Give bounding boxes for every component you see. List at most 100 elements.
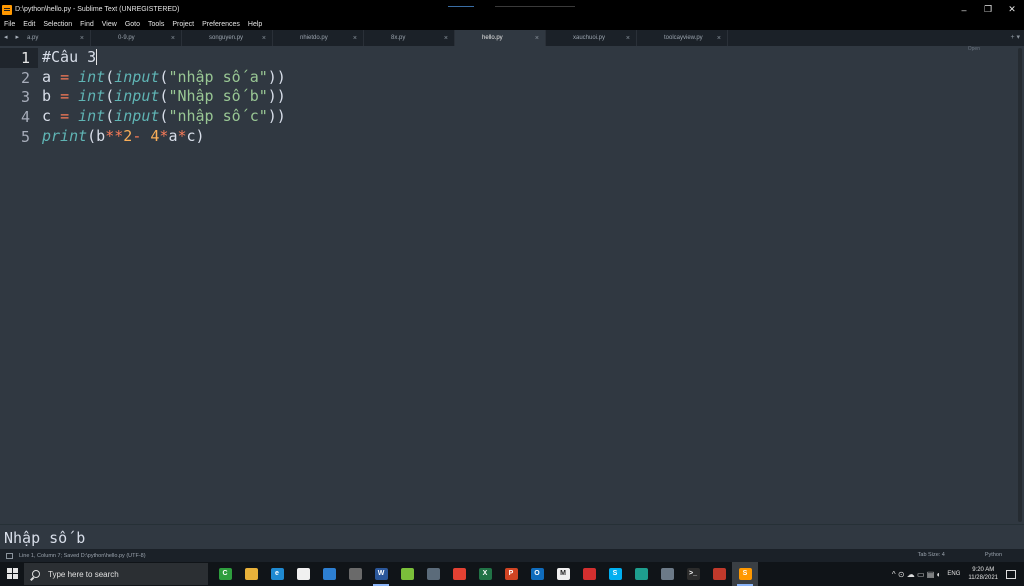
- tab-label: xauchuoi.py: [573, 35, 606, 41]
- tab-0-9-py[interactable]: 0-9.py ×: [91, 30, 182, 46]
- output-panel[interactable]: Nhập số b: [0, 524, 1024, 549]
- code-token: (: [105, 67, 115, 86]
- tab-close-icon[interactable]: ×: [353, 35, 357, 42]
- chrome-icon[interactable]: [446, 562, 472, 586]
- menu-find[interactable]: Find: [80, 21, 94, 28]
- line-number: 2: [20, 68, 30, 87]
- app-teal-icon[interactable]: [628, 562, 654, 586]
- tab-nhietdo-py[interactable]: nhietdo.py ×: [273, 30, 364, 46]
- code-token: )): [267, 87, 286, 106]
- maximize-button[interactable]: ❐: [976, 0, 1000, 19]
- app-red-icon[interactable]: [706, 562, 732, 586]
- tab-close-icon[interactable]: ×: [717, 35, 721, 42]
- menu-file[interactable]: File: [4, 21, 15, 28]
- status-message: Line 1, Column 7; Saved D:\python\hello.…: [19, 552, 146, 559]
- outlook-icon[interactable]: O: [524, 562, 550, 586]
- tray-icons[interactable]: ^ ⊙ ☁ ▭ ▤ ◐: [892, 570, 942, 579]
- terminal-icon[interactable]: >_: [680, 562, 706, 586]
- skype-icon[interactable]: S: [602, 562, 628, 586]
- editor-area[interactable]: 12345 #Câu 3a = int(input("nhập số a")) b…: [0, 46, 1024, 524]
- tab-8x-py[interactable]: 8x.py ×: [364, 30, 455, 46]
- menu-goto[interactable]: Goto: [125, 21, 140, 28]
- minimize-button[interactable]: –: [952, 0, 976, 19]
- code-token: int: [78, 67, 106, 86]
- code-line[interactable]: print(b**2- 4*a*c): [42, 127, 286, 147]
- code-token: "nhập số c": [168, 107, 268, 126]
- menu-bar: File Edit Selection Find View Goto Tools Projec…: [0, 19, 1024, 30]
- edge-icon[interactable]: e: [264, 562, 290, 586]
- tab-close-icon[interactable]: ×: [626, 35, 630, 42]
- taskbar-search-box[interactable]: Type here to search: [24, 563, 208, 585]
- tab-xauchuoi-py[interactable]: xauchuoi.py ×: [546, 30, 637, 46]
- file-explorer-icon[interactable]: [238, 562, 264, 586]
- tab-label: hello.py: [482, 35, 503, 41]
- code-view[interactable]: #Câu 3a = int(input("nhập số a")) b = int…: [42, 48, 286, 146]
- excel-icon[interactable]: X: [472, 562, 498, 586]
- line-number: 4: [20, 108, 30, 127]
- code-token: (: [105, 87, 115, 106]
- clock[interactable]: 9:20 AM 11/28/2021: [968, 566, 998, 582]
- code-token: (b: [87, 126, 106, 145]
- code-token: a: [42, 67, 61, 86]
- notification-icon[interactable]: [1006, 569, 1016, 579]
- new-tab-controls[interactable]: + ▾: [1010, 33, 1020, 41]
- clock-date: 11/28/2021: [968, 575, 998, 581]
- tab-hello-py[interactable]: hello.py ×: [455, 30, 546, 46]
- recorder-icon[interactable]: [576, 562, 602, 586]
- menu-project[interactable]: Project: [172, 21, 194, 28]
- sublime-text-icon[interactable]: S: [732, 562, 758, 586]
- status-right: Tab Size: 4 Python: [878, 552, 1002, 558]
- tab-size-indicator[interactable]: Tab Size: 4: [918, 552, 945, 558]
- code-token: #Câu 3: [42, 48, 97, 66]
- code-token: input: [114, 107, 160, 126]
- menu-help[interactable]: Help: [248, 21, 262, 28]
- menu-edit[interactable]: Edit: [23, 21, 35, 28]
- clock-time: 9:20 AM: [972, 567, 995, 573]
- picture-viewer-icon[interactable]: [420, 562, 446, 586]
- app-green-icon[interactable]: [394, 562, 420, 586]
- camtasia-icon[interactable]: C: [212, 562, 238, 586]
- store-icon[interactable]: [290, 562, 316, 586]
- medium-icon[interactable]: M: [550, 562, 576, 586]
- mail-icon[interactable]: [316, 562, 342, 586]
- tab-close-icon[interactable]: ×: [262, 35, 266, 42]
- tab-close-icon[interactable]: ×: [535, 35, 539, 42]
- tab-close-icon[interactable]: ×: [171, 35, 175, 42]
- tab-a-py[interactable]: a.py ×: [0, 30, 91, 46]
- powerpoint-icon[interactable]: P: [498, 562, 524, 586]
- photos-icon[interactable]: [342, 562, 368, 586]
- tab-toolcayview-py[interactable]: toolcayview.py ×: [637, 30, 728, 46]
- window-title: D:\python\hello.py - Sublime Text (UNREG…: [15, 6, 180, 13]
- tab-songuyen-py[interactable]: songuyen.py ×: [182, 30, 273, 46]
- sublime-text-icon: [2, 4, 12, 15]
- code-token: )): [267, 67, 286, 86]
- menu-selection[interactable]: Selection: [43, 21, 72, 28]
- tab-label: 0-9.py: [118, 35, 135, 41]
- menu-preferences[interactable]: Preferences: [202, 21, 240, 28]
- code-line[interactable]: a = int(input("nhập số a")): [42, 68, 286, 88]
- code-token: "nhập số a": [168, 67, 268, 86]
- panel-toggle-icon[interactable]: [6, 552, 13, 559]
- title-accent-line: [495, 6, 575, 7]
- code-line[interactable]: b = int(input("Nhập số b")): [42, 87, 286, 107]
- code-line[interactable]: #Câu 3: [42, 48, 286, 68]
- code-token: =: [60, 67, 70, 86]
- word-icon[interactable]: W: [368, 562, 394, 586]
- minimap-label: Open: [967, 46, 980, 52]
- menu-tools[interactable]: Tools: [148, 21, 164, 28]
- close-button[interactable]: ✕: [1000, 0, 1024, 19]
- tab-close-icon[interactable]: ×: [444, 35, 448, 42]
- windows-start-icon[interactable]: [7, 568, 18, 579]
- tab-close-icon[interactable]: ×: [80, 35, 84, 42]
- code-line[interactable]: c = int(input("nhập số c")): [42, 107, 286, 127]
- system-tray: ^ ⊙ ☁ ▭ ▤ ◐ ENG 9:20 AM 11/28/2021: [892, 562, 1024, 586]
- syntax-indicator[interactable]: Python: [985, 552, 1002, 558]
- photo-editor-icon[interactable]: [654, 562, 680, 586]
- search-icon: [32, 570, 40, 578]
- vertical-scrollbar[interactable]: [1018, 48, 1022, 522]
- language-indicator[interactable]: ENG: [947, 571, 960, 577]
- menu-view[interactable]: View: [102, 21, 117, 28]
